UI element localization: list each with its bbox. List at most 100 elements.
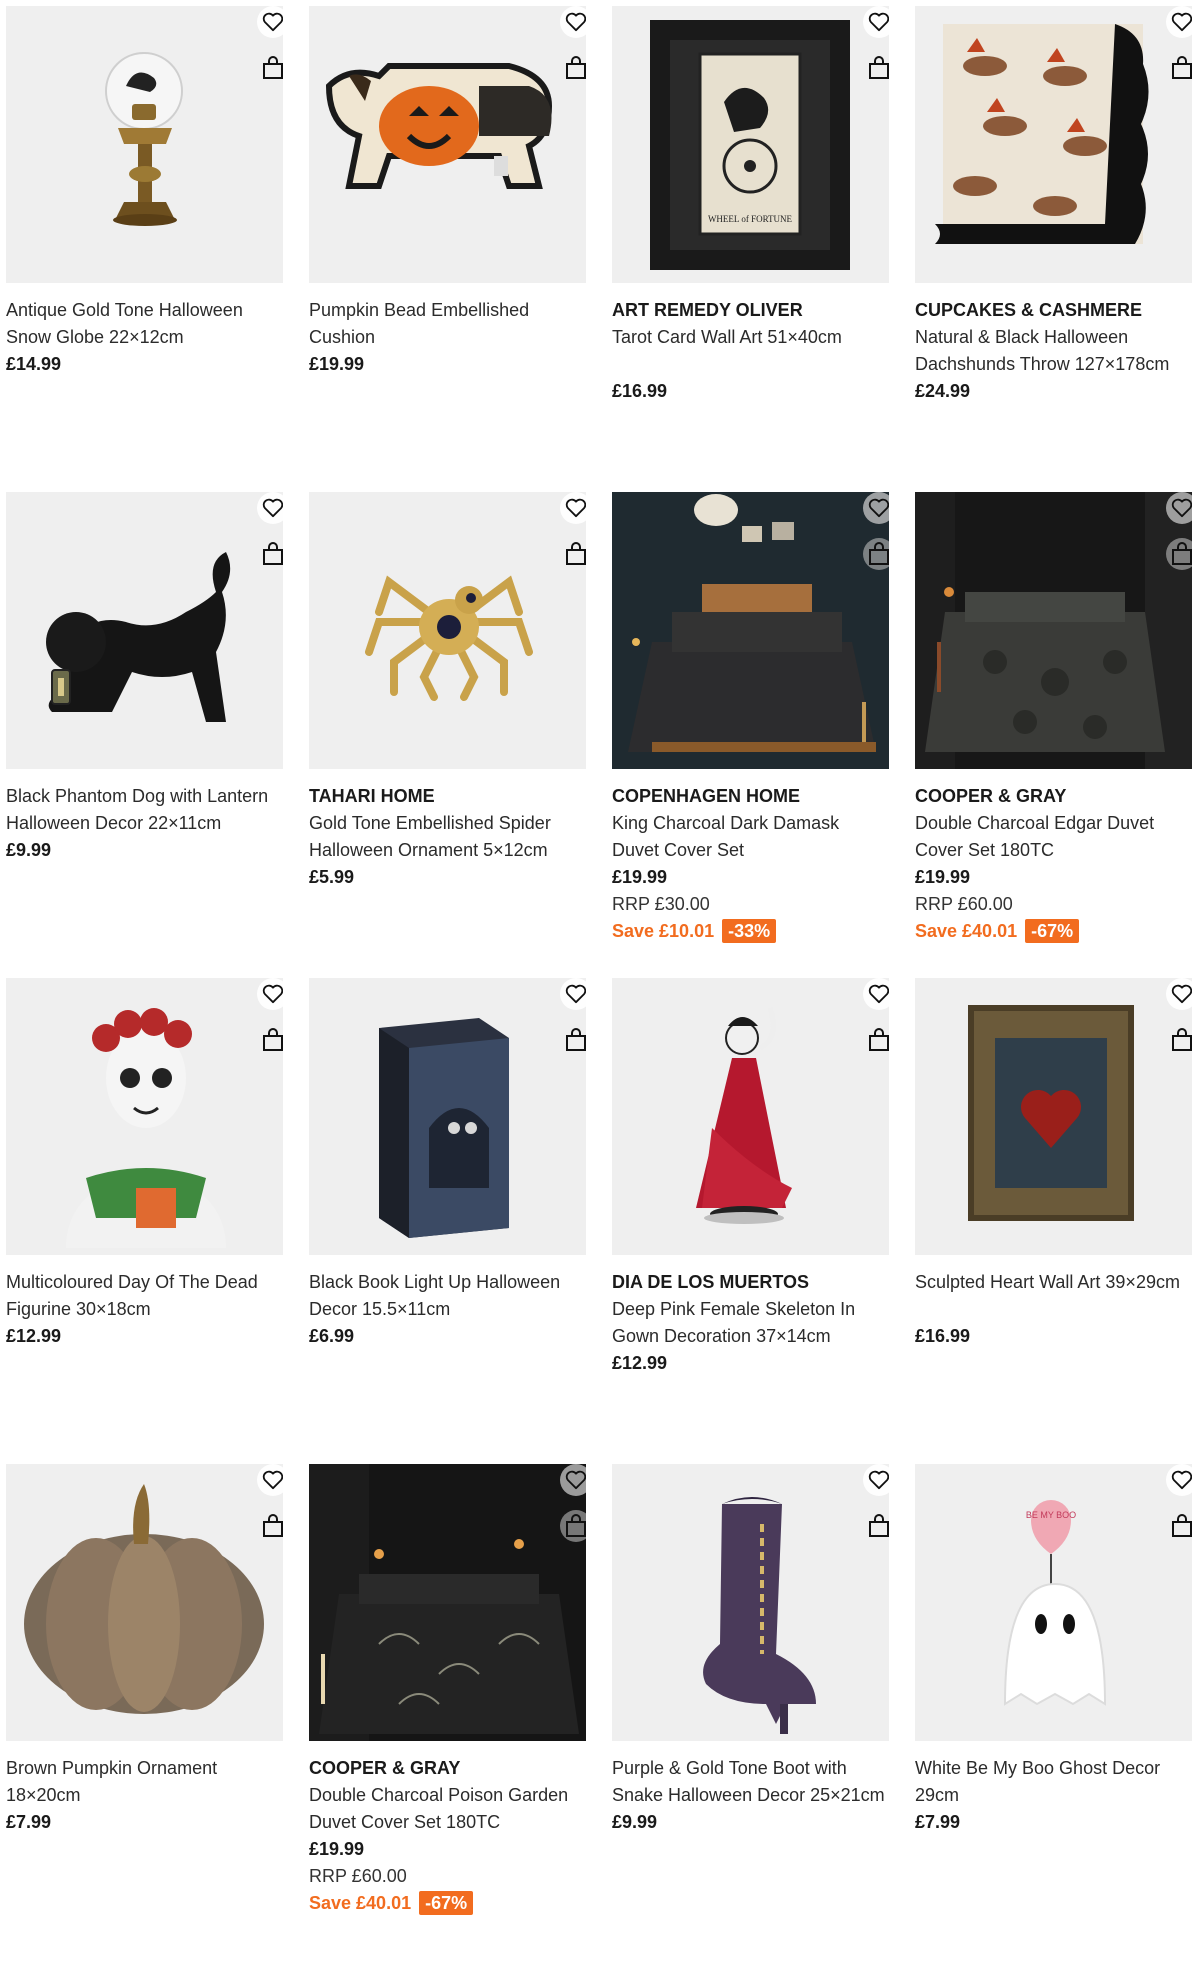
wishlist-heart-icon[interactable] [863,978,889,1010]
wishlist-heart-icon[interactable] [560,1464,586,1496]
add-to-bag-icon[interactable] [1166,1510,1192,1542]
product-info: DIA DE LOS MUERTOS Deep Pink Female Skel… [612,1255,889,1377]
wishlist-heart-icon[interactable] [560,492,586,524]
product-image[interactable] [6,978,283,1255]
product-name[interactable]: Sculpted Heart Wall Art 39×29cm [915,1269,1192,1296]
product-name[interactable]: Pumpkin Bead Embellished Cushion [309,297,586,351]
product-info: Purple & Gold Tone Boot with Snake Hallo… [612,1741,889,1836]
wishlist-heart-icon[interactable] [560,6,586,38]
product-card[interactable]: Black Book Light Up Halloween Decor 15.5… [309,978,586,1464]
add-to-bag-icon[interactable] [1166,538,1192,570]
wishlist-heart-icon[interactable] [1166,1464,1192,1496]
product-image[interactable] [915,492,1192,769]
wishlist-heart-icon[interactable] [257,978,283,1010]
product-image[interactable] [915,978,1192,1255]
add-to-bag-icon[interactable] [257,1024,283,1056]
wishlist-heart-icon[interactable] [257,492,283,524]
add-to-bag-icon[interactable] [560,538,586,570]
product-image[interactable] [6,1464,283,1741]
add-to-bag-icon[interactable] [1166,52,1192,84]
wishlist-heart-icon[interactable] [1166,6,1192,38]
product-card[interactable]: CUPCAKES & CASHMERE Natural & Black Hall… [915,6,1192,492]
product-price: £6.99 [309,1326,355,1346]
product-name[interactable]: Black Book Light Up Halloween Decor 15.5… [309,1269,586,1323]
product-card[interactable]: Pumpkin Bead Embellished Cushion £19.99 [309,6,586,492]
spider-image [365,575,533,701]
add-to-bag-icon[interactable] [863,538,889,570]
product-name[interactable]: Brown Pumpkin Ornament 18×20cm [6,1755,283,1809]
product-image[interactable] [6,6,283,283]
wishlist-heart-icon[interactable] [257,6,283,38]
product-card[interactable]: Purple & Gold Tone Boot with Snake Hallo… [612,1464,889,1964]
product-price: £16.99 [915,1326,971,1346]
product-name[interactable]: White Be My Boo Ghost Decor 29cm [915,1755,1192,1809]
product-name[interactable]: Antique Gold Tone Halloween Snow Globe 2… [6,297,283,351]
product-image[interactable] [915,6,1192,283]
product-name[interactable]: Multicoloured Day Of The Dead Figurine 3… [6,1269,283,1323]
product-image[interactable] [612,492,889,769]
add-to-bag-icon[interactable] [257,538,283,570]
product-image[interactable] [309,978,586,1255]
product-name[interactable]: King Charcoal Dark Damask Duvet Cover Se… [612,810,889,864]
add-to-bag-icon[interactable] [560,1510,586,1542]
wishlist-heart-icon[interactable] [863,6,889,38]
add-to-bag-icon[interactable] [863,1510,889,1542]
product-image[interactable] [309,1464,586,1741]
tarot-art-image: WHEEL of FORTUNE [650,20,850,270]
wishlist-heart-icon[interactable] [1166,978,1192,1010]
balloon-text: BE MY BOO [1026,1510,1076,1520]
discount-badge: -33% [722,919,777,943]
product-card[interactable]: COOPER & GRAY Double Charcoal Edgar Duve… [915,492,1192,978]
product-info: COOPER & GRAY Double Charcoal Poison Gar… [309,1741,586,1917]
add-to-bag-icon[interactable] [560,1024,586,1056]
product-name[interactable]: Natural & Black Halloween Dachshunds Thr… [915,324,1192,378]
dog-cushion-image [325,63,553,189]
product-card[interactable]: COPENHAGEN HOME King Charcoal Dark Damas… [612,492,889,978]
tarot-caption: WHEEL of FORTUNE [708,214,793,224]
product-name[interactable]: Gold Tone Embellished Spider Halloween O… [309,810,586,864]
boot-image [703,1497,816,1734]
product-info: Sculpted Heart Wall Art 39×29cm £16.99 [915,1255,1192,1350]
product-card[interactable]: Black Phantom Dog with Lantern Halloween… [6,492,283,978]
product-card[interactable]: TAHARI HOME Gold Tone Embellished Spider… [309,492,586,978]
add-to-bag-icon[interactable] [863,1024,889,1056]
wishlist-heart-icon[interactable] [863,1464,889,1496]
product-price: £14.99 [6,354,62,374]
product-name[interactable]: Double Charcoal Poison Garden Duvet Cove… [309,1782,586,1836]
product-brand: CUPCAKES & CASHMERE [915,300,1143,320]
product-image[interactable] [612,978,889,1255]
product-card[interactable]: Sculpted Heart Wall Art 39×29cm £16.99 [915,978,1192,1464]
product-image[interactable]: WHEEL of FORTUNE [612,6,889,283]
product-image[interactable] [309,492,586,769]
product-card[interactable]: WHEEL of FORTUNE ART REMEDY OLIVER Tarot… [612,6,889,492]
add-to-bag-icon[interactable] [560,52,586,84]
product-name[interactable]: Tarot Card Wall Art 51×40cm [612,324,889,351]
product-saving: Save £10.01 -33% [612,918,889,945]
book-image [379,1018,509,1238]
product-name[interactable]: Purple & Gold Tone Boot with Snake Hallo… [612,1755,889,1809]
wishlist-heart-icon[interactable] [257,1464,283,1496]
wishlist-heart-icon[interactable] [863,492,889,524]
wishlist-heart-icon[interactable] [1166,492,1192,524]
add-to-bag-icon[interactable] [1166,1024,1192,1056]
product-card[interactable]: Brown Pumpkin Ornament 18×20cm £7.99 [6,1464,283,1964]
product-name[interactable]: Double Charcoal Edgar Duvet Cover Set 18… [915,810,1192,864]
add-to-bag-icon[interactable] [257,1510,283,1542]
product-card[interactable]: Antique Gold Tone Halloween Snow Globe 2… [6,6,283,492]
product-name[interactable]: Deep Pink Female Skeleton In Gown Decora… [612,1296,889,1350]
product-image[interactable] [309,6,586,283]
product-card[interactable]: COOPER & GRAY Double Charcoal Poison Gar… [309,1464,586,1964]
product-name[interactable]: Black Phantom Dog with Lantern Halloween… [6,783,283,837]
product-card[interactable]: DIA DE LOS MUERTOS Deep Pink Female Skel… [612,978,889,1464]
product-image[interactable] [6,492,283,769]
product-card[interactable]: Multicoloured Day Of The Dead Figurine 3… [6,978,283,1464]
add-to-bag-icon[interactable] [257,52,283,84]
product-card[interactable]: BE MY BOO White Be My Boo Ghost Decor 29… [915,1464,1192,1964]
add-to-bag-icon[interactable] [863,52,889,84]
product-image[interactable] [612,1464,889,1741]
product-image[interactable]: BE MY BOO [915,1464,1192,1741]
product-price: £7.99 [6,1812,52,1832]
product-brand: COPENHAGEN HOME [612,786,801,806]
wishlist-heart-icon[interactable] [560,978,586,1010]
ghost-image: BE MY BOO [1003,1500,1107,1706]
